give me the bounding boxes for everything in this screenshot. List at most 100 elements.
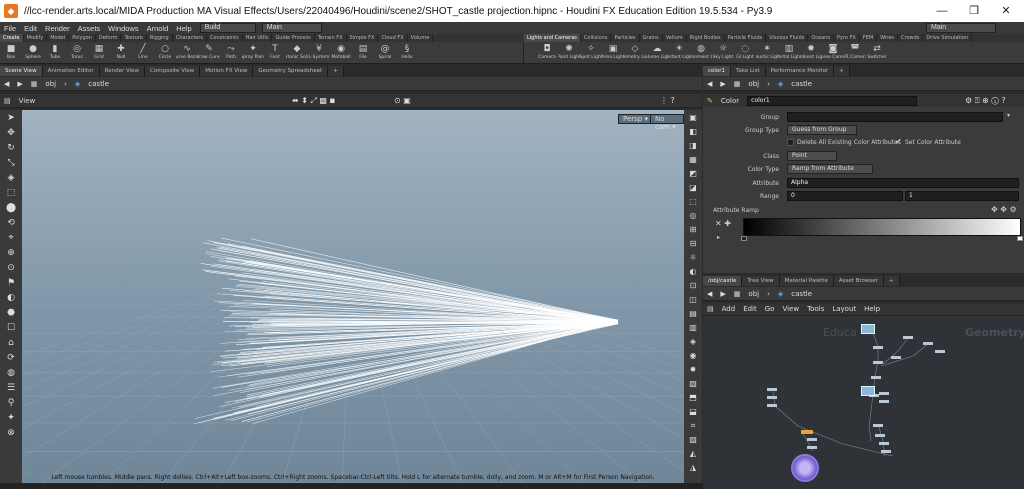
right-context-dropdown[interactable]: Main <box>926 23 996 33</box>
network-menu-item[interactable]: Go <box>761 305 779 313</box>
viewport-tool-icon[interactable]: ◈ <box>3 171 19 185</box>
display-option-icon[interactable]: ◧ <box>686 125 700 138</box>
network-menu-item[interactable]: View <box>778 305 803 313</box>
shelf-tab[interactable]: Vellum <box>663 34 687 42</box>
minimize-button[interactable]: — <box>926 0 958 22</box>
group-field[interactable] <box>787 112 1003 122</box>
pane-tab[interactable]: Scene View <box>0 66 43 76</box>
context-dropdown[interactable]: Main <box>261 23 322 33</box>
display-option-icon[interactable]: ◐ <box>686 265 700 278</box>
viewport-tool-icon[interactable]: ⌂ <box>3 336 19 350</box>
color-type-menu[interactable]: Ramp from Attribute <box>787 164 873 174</box>
shelf-tab[interactable]: Model <box>47 34 70 42</box>
shelf-tool-button[interactable]: ☼ Sky Light <box>712 42 734 63</box>
display-option-icon[interactable]: ▤ <box>686 307 700 320</box>
net-back-icon[interactable]: ◀ <box>703 290 716 298</box>
network-node[interactable] <box>903 336 913 339</box>
pane-tab[interactable]: Geometry Spreadsheet <box>253 66 329 76</box>
viewport-tool-icon[interactable]: ⌖ <box>3 231 19 245</box>
menu-edit[interactable]: Edit <box>20 24 41 33</box>
viewport-tool-icon[interactable]: ⚑ <box>3 276 19 290</box>
display-option-icon[interactable]: ◪ <box>686 181 700 194</box>
display-option-icon[interactable]: ◉ <box>686 349 700 362</box>
display-option-icon[interactable]: ◫ <box>686 293 700 306</box>
network-node[interactable] <box>879 400 889 403</box>
shelf-tab[interactable]: Particle Fluids <box>725 34 767 42</box>
shelf-tab[interactable]: Texture <box>121 34 147 42</box>
shelf-tool-button[interactable]: ✹Ambient Light <box>800 42 822 63</box>
viewport-tool-icon[interactable]: ⤡ <box>3 156 19 170</box>
shelf-tab[interactable]: Rigging <box>147 34 173 42</box>
shelf-tab[interactable]: Grains <box>640 34 663 42</box>
display-option-icon[interactable]: ▣ <box>686 111 700 124</box>
menu-arnold[interactable]: Arnold <box>143 24 173 33</box>
close-button[interactable]: ✕ <box>990 0 1022 22</box>
viewport-tool-icon[interactable]: ⟳ <box>3 351 19 365</box>
shelf-tab[interactable]: Particles <box>611 34 640 42</box>
display-option-icon[interactable]: ◮ <box>686 461 700 474</box>
network-node[interactable] <box>923 342 933 345</box>
persp-dropdown[interactable]: Persp ▾ <box>618 114 653 124</box>
pane-tab[interactable]: /obj/castle <box>703 276 743 286</box>
network-node[interactable] <box>807 438 817 441</box>
net-path-obj[interactable]: obj <box>744 290 763 298</box>
camera-lock-icon[interactable]: ⊙ ▣ <box>394 96 411 105</box>
viewport-tool-icon[interactable]: ⬤ <box>3 201 19 215</box>
shelf-tool-button[interactable]: ¥ L-System <box>308 42 330 63</box>
scene-viewport[interactable]: Persp ▾ No cam ▾ ⊥ <box>22 110 684 483</box>
ramp-key-start[interactable] <box>741 236 747 241</box>
display-option-icon[interactable]: ⬒ <box>686 391 700 404</box>
net-forward-icon[interactable]: ▶ <box>716 290 729 298</box>
display-option-icon[interactable]: ⌗ <box>686 419 700 432</box>
shelf-tool-button[interactable]: ▣ Area Light <box>602 42 624 63</box>
shelf-tool-button[interactable]: ◌ GI Light <box>734 42 756 63</box>
pane-tab[interactable]: Composite View <box>145 66 201 76</box>
viewport-tool-icon[interactable]: ⊕ <box>3 246 19 260</box>
class-menu[interactable]: Point <box>787 151 837 161</box>
path-obj[interactable]: obj <box>41 80 60 88</box>
shelf-tab[interactable]: Drive Simulation <box>923 34 972 42</box>
shelf-tool-button[interactable]: ◇Geometry Light <box>624 42 646 63</box>
display-option-icon[interactable]: ◨ <box>686 139 700 152</box>
shelf-tab[interactable]: Polygon <box>69 34 96 42</box>
ramp-tools-icon[interactable]: ✥ ✥ ⚙ <box>991 205 1017 214</box>
pane-tab[interactable]: color1 <box>703 66 732 76</box>
shelf-tool-button[interactable]: ∿Curve Bezier <box>176 42 198 63</box>
maximize-button[interactable]: ❐ <box>958 0 990 22</box>
network-node[interactable] <box>873 361 883 364</box>
group-type-menu[interactable]: Guess from Group <box>787 125 857 135</box>
shelf-tool-button[interactable]: ◎ Torus <box>66 42 88 63</box>
display-option-icon[interactable]: ✸ <box>686 363 700 376</box>
shelf-tool-button[interactable]: ⤳ Path <box>220 42 242 63</box>
pane-tab[interactable]: Take List <box>731 66 766 76</box>
network-node[interactable] <box>767 388 777 391</box>
ramp-key-end[interactable] <box>1017 236 1023 241</box>
display-option-icon[interactable]: ☼ <box>686 251 700 264</box>
param-path-obj[interactable]: obj <box>744 80 763 88</box>
shelf-tab[interactable]: Constraints <box>207 34 243 42</box>
shelf-tab[interactable]: Cloud FX <box>378 34 408 42</box>
node-name-field[interactable]: color1 <box>747 95 918 106</box>
pane-tab[interactable]: Render View <box>99 66 146 76</box>
shelf-tab[interactable]: Lights and Cameras <box>524 34 581 42</box>
forward-arrow-icon[interactable]: ▶ <box>13 80 26 88</box>
network-node[interactable] <box>935 350 945 353</box>
network-node[interactable] <box>873 346 883 349</box>
shelf-tool-button[interactable]: ● Sphere <box>22 42 44 63</box>
viewport-tool-icon[interactable]: ⟲ <box>3 216 19 230</box>
add-tab-icon[interactable]: + <box>883 276 900 286</box>
shelf-tab[interactable]: Rigid Bodies <box>687 34 725 42</box>
shelf-tab[interactable]: Simple FX <box>347 34 379 42</box>
pane-tab[interactable]: Material Palette <box>779 276 834 286</box>
viewport-tool-icon[interactable]: ☰ <box>3 381 19 395</box>
shelf-tool-button[interactable]: ✚ Null <box>110 42 132 63</box>
ramp-expand-icon[interactable]: ▸ <box>717 234 720 241</box>
network-node[interactable] <box>871 376 881 379</box>
param-forward-icon[interactable]: ▶ <box>716 80 729 88</box>
shelf-tab[interactable]: Characters <box>173 34 208 42</box>
shelf-tool-button[interactable]: ✺ Point Light <box>558 42 580 63</box>
network-node-object[interactable] <box>861 386 875 396</box>
viewport-tool-icon[interactable]: ⚲ <box>3 396 19 410</box>
shelf-tool-button[interactable]: ✧ Spot Light <box>580 42 602 63</box>
viewport-tool-icon[interactable]: ↻ <box>3 141 19 155</box>
